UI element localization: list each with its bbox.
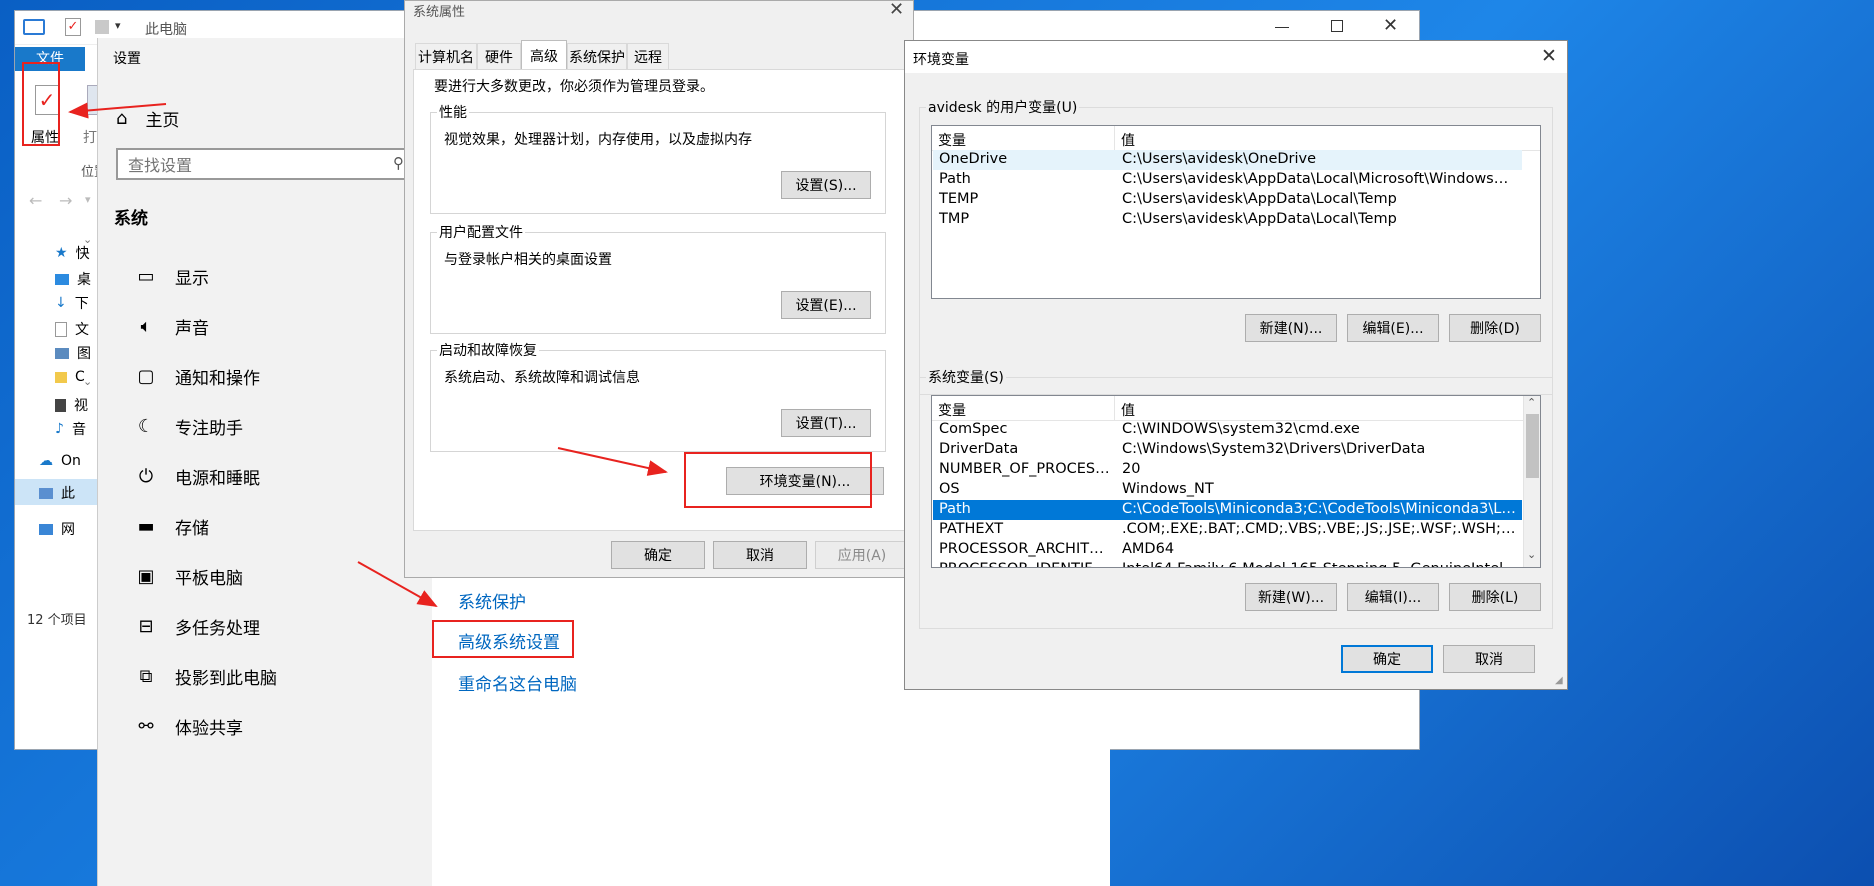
annotation-arrows xyxy=(68,102,668,607)
arrow-to-advanced-settings xyxy=(357,561,438,607)
arrow-to-env-button xyxy=(557,447,668,476)
arrow-to-properties xyxy=(68,102,167,119)
